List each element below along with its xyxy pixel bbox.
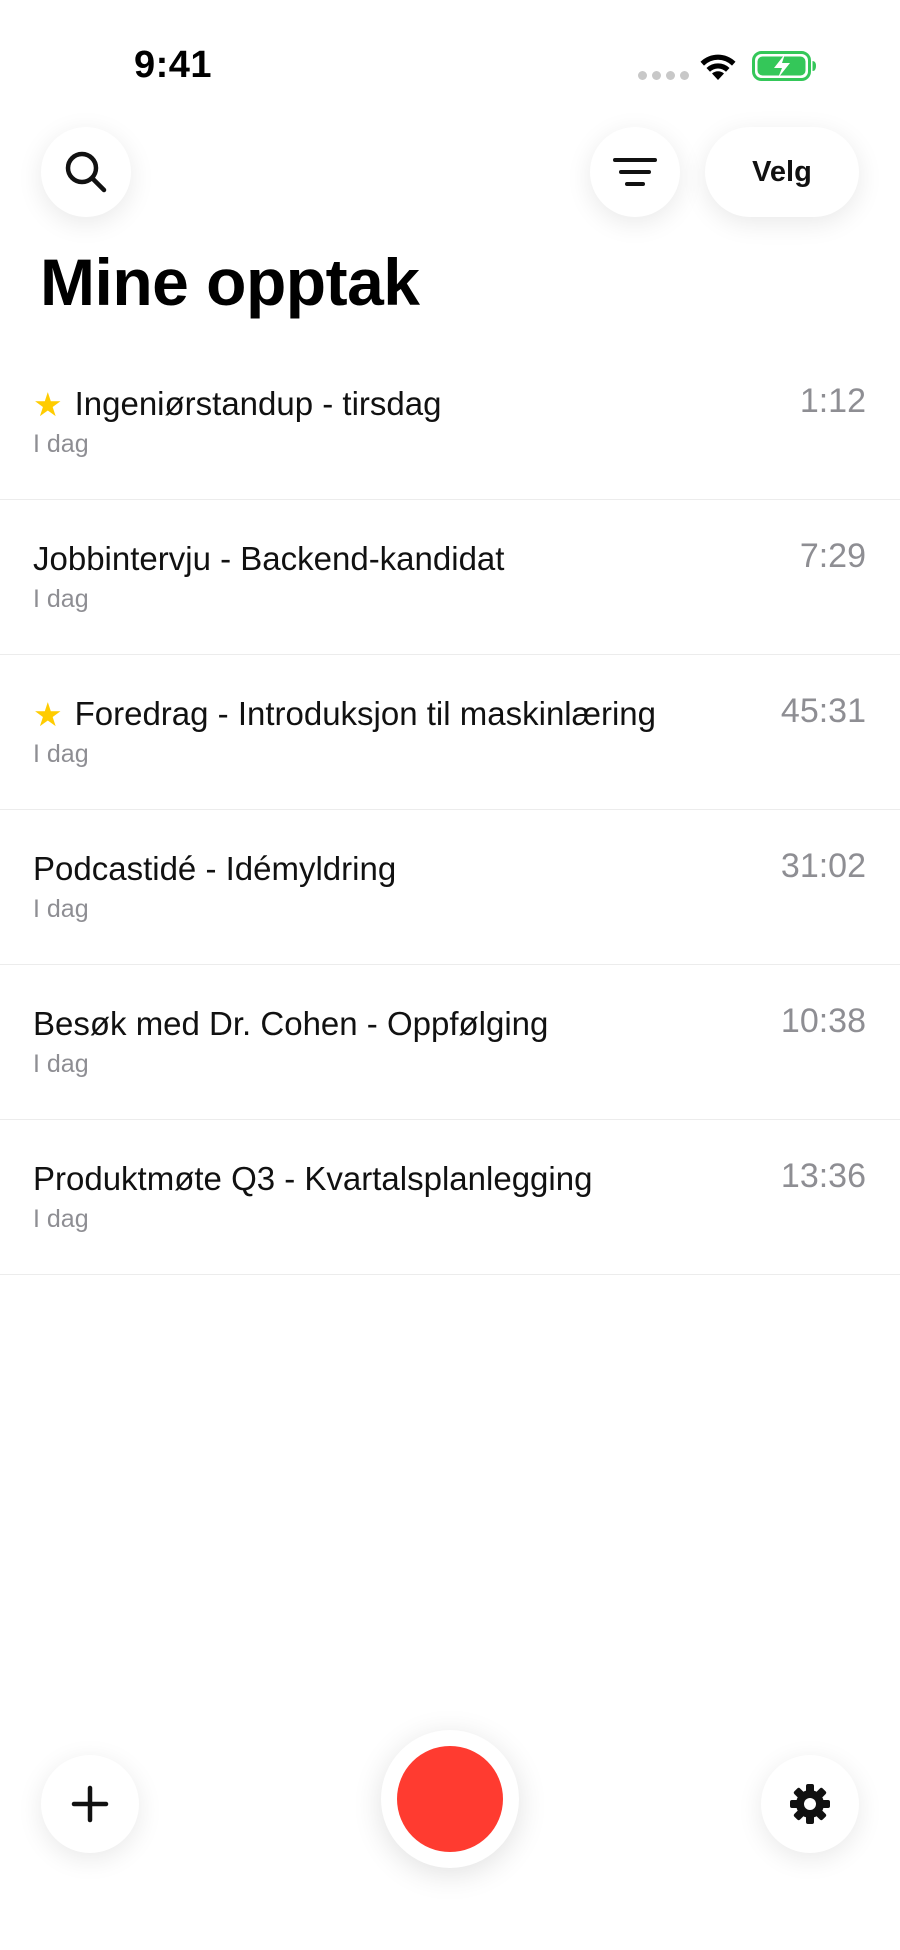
recording-date: I dag <box>33 895 89 923</box>
recording-title: Produktmøte Q3 - Kvartalsplanlegging <box>33 1160 592 1198</box>
recording-duration: 31:02 <box>780 847 866 885</box>
add-button[interactable] <box>41 1755 139 1853</box>
recording-date: I dag <box>33 1050 89 1078</box>
recording-title-text: Produktmøte Q3 - Kvartalsplanlegging <box>33 1160 593 1197</box>
settings-button[interactable] <box>761 1755 859 1853</box>
recording-row[interactable]: Podcastidé - Idémyldring I dag 31:02 <box>0 810 900 965</box>
star-icon: ★ <box>33 695 63 733</box>
record-icon <box>397 1746 503 1852</box>
recording-title-text: Foredrag - Introduksjon til maskinlæring <box>74 695 656 732</box>
page-title: Mine opptak <box>40 245 420 319</box>
status-bar: 9:41 <box>0 0 900 120</box>
recording-title: Besøk med Dr. Cohen - Oppfølging <box>33 1005 548 1043</box>
plus-icon <box>71 1785 109 1823</box>
recording-title-text: Jobbintervju - Backend-kandidat <box>33 540 505 577</box>
recording-title: ★ Foredrag - Introduksjon til maskinlæri… <box>33 695 656 733</box>
search-icon <box>65 151 107 193</box>
filter-button[interactable] <box>590 127 680 217</box>
recording-duration: 1:12 <box>799 382 866 420</box>
gear-icon <box>790 1784 830 1824</box>
recording-row[interactable]: ★ Ingeniørstandup - tirsdag I dag 1:12 <box>0 345 900 500</box>
recording-duration: 7:29 <box>799 537 866 575</box>
recording-date: I dag <box>33 430 89 458</box>
recording-duration: 13:36 <box>780 1157 866 1195</box>
record-button[interactable] <box>381 1730 519 1868</box>
recording-duration: 45:31 <box>780 692 866 730</box>
status-time: 9:41 <box>134 44 213 86</box>
recording-row[interactable]: Besøk med Dr. Cohen - Oppfølging I dag 1… <box>0 965 900 1120</box>
recording-duration: 10:38 <box>780 1002 866 1040</box>
search-button[interactable] <box>41 127 131 217</box>
recording-date: I dag <box>33 740 89 768</box>
filter-icon <box>613 158 657 186</box>
recording-row[interactable]: ★ Foredrag - Introduksjon til maskinlæri… <box>0 655 900 810</box>
cellular-signal-icon <box>638 71 689 80</box>
recording-date: I dag <box>33 585 89 613</box>
select-button[interactable]: Velg <box>705 127 859 217</box>
recording-title-text: Ingeniørstandup - tirsdag <box>74 385 442 422</box>
recording-title-text: Podcastidé - Idémyldring <box>33 850 397 887</box>
recording-row[interactable]: Jobbintervju - Backend-kandidat I dag 7:… <box>0 500 900 655</box>
star-icon: ★ <box>33 385 63 423</box>
recording-title: Podcastidé - Idémyldring <box>33 850 396 888</box>
recording-row[interactable]: Produktmøte Q3 - Kvartalsplanlegging I d… <box>0 1120 900 1275</box>
recording-date: I dag <box>33 1205 89 1233</box>
recording-title: ★ Ingeniørstandup - tirsdag <box>33 385 441 423</box>
recordings-list: ★ Ingeniørstandup - tirsdag I dag 1:12 J… <box>0 345 900 1275</box>
battery-charging-icon <box>752 51 816 81</box>
recording-title: Jobbintervju - Backend-kandidat <box>33 540 504 578</box>
wifi-icon <box>700 54 736 80</box>
recording-title-text: Besøk med Dr. Cohen - Oppfølging <box>33 1005 549 1042</box>
